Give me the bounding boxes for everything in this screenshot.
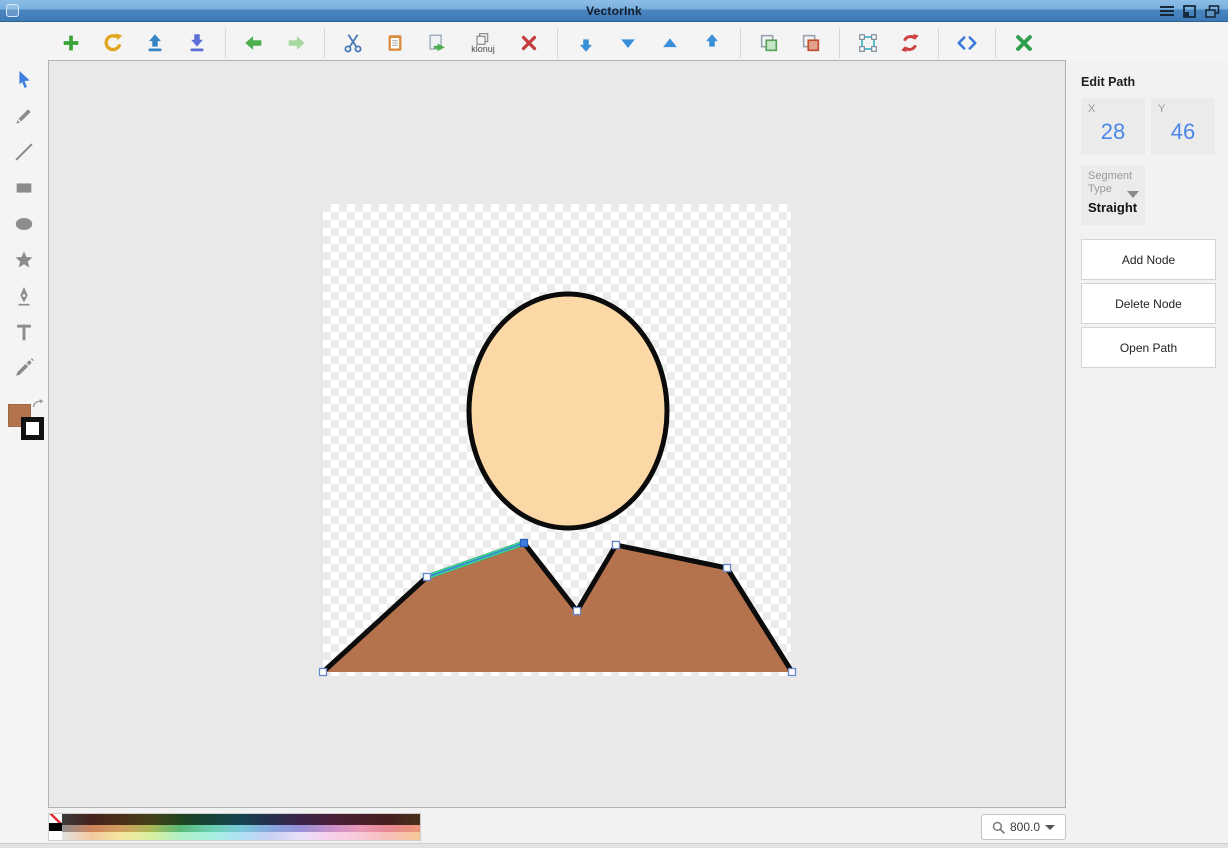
toolbar-separator [225,28,226,58]
forward-icon[interactable] [281,28,311,58]
line-tool-icon[interactable] [0,134,48,170]
new-icon[interactable] [56,28,86,58]
x-coordinate-field[interactable]: X 28 [1081,98,1145,155]
path-node[interactable] [424,574,431,581]
palette-row[interactable] [62,825,420,833]
main-toolbar: klonuj [0,23,1228,62]
color-swatches [0,398,48,454]
path-node[interactable] [789,669,796,676]
magnifier-icon [992,821,1005,834]
color-palette[interactable] [48,813,421,841]
black-swatch[interactable] [49,823,62,832]
y-value[interactable]: 46 [1158,119,1208,145]
y-label: Y [1158,103,1208,115]
delete-node-button[interactable]: Delete Node [1081,283,1216,324]
clone-icon[interactable]: klonuj [464,28,502,58]
download-icon[interactable] [182,28,212,58]
segment-type-value[interactable]: Straight [1088,200,1140,215]
text-tool-icon[interactable] [0,314,48,350]
y-coordinate-field[interactable]: Y 46 [1151,98,1215,155]
star-tool-icon[interactable] [0,242,48,278]
zoom-control[interactable]: 800.0 [981,814,1066,840]
extensions-icon[interactable] [1009,28,1039,58]
window-bottom-edge [0,843,1228,848]
edit-path-panel: Edit Path X 28 Y 46 Segment Type Straigh… [1067,60,1228,808]
raise-to-top-icon[interactable] [655,28,685,58]
ellipse-tool-icon[interactable] [0,206,48,242]
palette-row[interactable] [62,814,420,825]
palette-row[interactable] [62,832,420,840]
toolbar-separator [938,28,939,58]
raise-icon[interactable] [697,28,727,58]
drawing-svg[interactable] [323,204,791,676]
path-node[interactable] [320,669,327,676]
copy-icon[interactable] [380,28,410,58]
restore-window-icon[interactable] [1183,5,1196,18]
upload-icon[interactable] [140,28,170,58]
toolbar-separator [740,28,741,58]
no-color-swatch[interactable] [49,814,62,823]
x-value[interactable]: 28 [1088,119,1138,145]
toolbar-separator [839,28,840,58]
artboard[interactable] [323,204,791,676]
selection-bounds-icon[interactable] [853,28,883,58]
lower-icon[interactable] [571,28,601,58]
white-swatch[interactable] [49,831,62,840]
rotate-icon[interactable] [895,28,925,58]
toolbar-separator [995,28,996,58]
toolbar-separator [557,28,558,58]
path-node-selected[interactable] [521,540,528,547]
xml-editor-icon[interactable] [952,28,982,58]
select-tool-icon[interactable] [0,62,48,98]
panel-title: Edit Path [1081,75,1228,89]
lower-to-bottom-icon[interactable] [613,28,643,58]
pen-tool-icon[interactable] [0,278,48,314]
rectangle-tool-icon[interactable] [0,170,48,206]
titlebar: VectorInk [0,0,1228,22]
eyedropper-tool-icon[interactable] [0,350,48,386]
toolbar-separator [324,28,325,58]
paste-icon[interactable] [422,28,452,58]
clone-label: klonuj [471,45,495,54]
back-icon[interactable] [239,28,269,58]
ungroup-icon[interactable] [796,28,826,58]
path-node[interactable] [724,565,731,572]
segment-type-dropdown[interactable]: Segment Type Straight [1081,165,1145,225]
refresh-icon[interactable] [98,28,128,58]
group-icon[interactable] [754,28,784,58]
window-title: VectorInk [0,4,1228,18]
swap-colors-icon[interactable] [32,399,44,409]
delete-icon[interactable] [514,28,544,58]
open-path-button[interactable]: Open Path [1081,327,1216,368]
path-node[interactable] [613,542,620,549]
x-label: X [1088,103,1138,115]
cascade-windows-icon[interactable] [1205,5,1220,18]
canvas-workspace[interactable] [48,60,1066,808]
add-node-button[interactable]: Add Node [1081,239,1216,280]
tool-panel [0,62,48,848]
path-node[interactable] [574,608,581,615]
cut-icon[interactable] [338,28,368,58]
zoom-value[interactable]: 800.0 [1010,820,1040,834]
chevron-down-icon[interactable] [1045,825,1055,830]
pencil-tool-icon[interactable] [0,98,48,134]
stroke-color-swatch[interactable] [21,417,44,440]
menu-icon[interactable] [1160,5,1174,17]
chevron-down-icon [1127,191,1139,198]
